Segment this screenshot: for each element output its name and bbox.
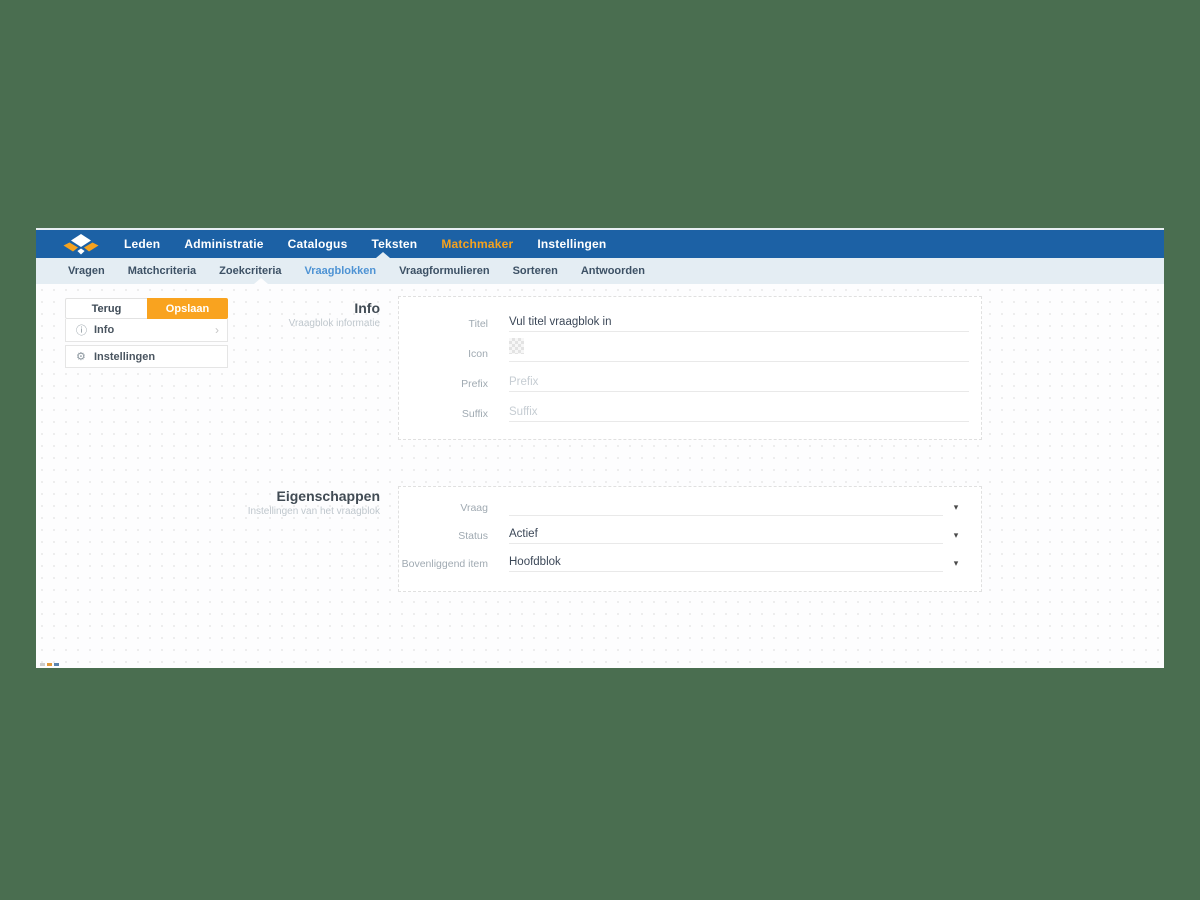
top-nav-items: Leden Administratie Catalogus Teksten Ma… [124,237,606,251]
vraag-select[interactable]: ▾ [509,499,969,516]
field-row-suffix: Suffix [399,397,981,427]
titel-label: Titel [399,318,488,332]
status-select-value: Actief [509,526,943,544]
gear-icon: ⚙ [76,350,94,363]
status-label: Status [399,530,488,544]
subnav-item-zoekcriteria[interactable]: Zoekcriteria [219,265,281,277]
subnav-item-vraagformulieren[interactable]: Vraagformulieren [399,265,489,277]
icon-picker-swatch[interactable] [509,338,524,354]
field-row-titel: Titel [399,307,981,337]
subnav-item-sorteren[interactable]: Sorteren [513,265,558,277]
section-title-info: Info [180,300,380,316]
sidebar-item-instellingen-label: Instellingen [94,351,219,363]
subnav-item-matchcriteria[interactable]: Matchcriteria [128,265,196,277]
nav-item-leden[interactable]: Leden [124,237,160,251]
section-subtitle-info: Vraagblok informatie [180,318,380,329]
vraag-select-value [509,499,943,516]
sidebar-item-instellingen[interactable]: ⚙ Instellingen [65,345,228,368]
app-window: Leden Administratie Catalogus Teksten Ma… [36,228,1164,668]
top-navbar: Leden Administratie Catalogus Teksten Ma… [36,230,1164,258]
section-title-eigenschappen: Eigenschappen [180,488,380,504]
page-bottom-fragment [40,660,59,666]
prefix-label: Prefix [399,378,488,392]
info-icon: ⓘ [76,322,94,338]
diamond-logo-icon [63,234,99,255]
info-form-card: Titel Icon Prefix Suffix [398,296,982,440]
back-button[interactable]: Terug [65,298,147,319]
subnav-item-antwoorden[interactable]: Antwoorden [581,265,645,277]
sub-nav-items: Vragen Matchcriteria Zoekcriteria Vraagb… [68,265,645,277]
chevron-down-icon: ▾ [943,502,969,516]
suffix-label: Suffix [399,408,488,422]
field-row-icon: Icon [399,337,981,367]
chevron-down-icon: ▾ [943,558,969,572]
info-section-heading: Info Vraagblok informatie [180,300,380,329]
properties-section-heading: Eigenschappen Instellingen van het vraag… [180,488,380,517]
chevron-down-icon: ▾ [943,530,969,544]
bovenliggend-item-label: Bovenliggend item [399,558,488,572]
prefix-input[interactable] [509,374,969,392]
content-area: Terug Opslaan ⓘ Info › ⚙ Instellingen In… [36,284,1164,668]
field-row-prefix: Prefix [399,367,981,397]
vraag-label: Vraag [399,502,488,516]
suffix-input[interactable] [509,404,969,422]
field-row-vraag: Vraag ▾ [399,493,981,521]
nav-item-matchmaker[interactable]: Matchmaker [441,237,513,251]
titel-input[interactable] [509,314,969,332]
nav-item-teksten[interactable]: Teksten [371,237,417,251]
status-select[interactable]: Actief ▾ [509,526,969,544]
subnav-item-vraagblokken[interactable]: Vraagblokken [305,265,377,277]
properties-form-card: Vraag ▾ Status Actief ▾ Bovenliggend ite… [398,486,982,592]
section-subtitle-eigenschappen: Instellingen van het vraagblok [180,506,380,517]
brand-logo[interactable] [62,233,100,255]
nav-item-administratie[interactable]: Administratie [184,237,263,251]
nav-item-catalogus[interactable]: Catalogus [288,237,348,251]
nav-item-instellingen[interactable]: Instellingen [537,237,606,251]
bovenliggend-item-select[interactable]: Hoofdblok ▾ [509,554,969,572]
field-row-bovenliggend-item: Bovenliggend item Hoofdblok ▾ [399,549,981,577]
field-row-status: Status Actief ▾ [399,521,981,549]
bovenliggend-item-select-value: Hoofdblok [509,554,943,572]
subnav-item-vragen[interactable]: Vragen [68,265,105,277]
sub-navbar: Vragen Matchcriteria Zoekcriteria Vraagb… [36,258,1164,284]
icon-label: Icon [399,348,488,362]
